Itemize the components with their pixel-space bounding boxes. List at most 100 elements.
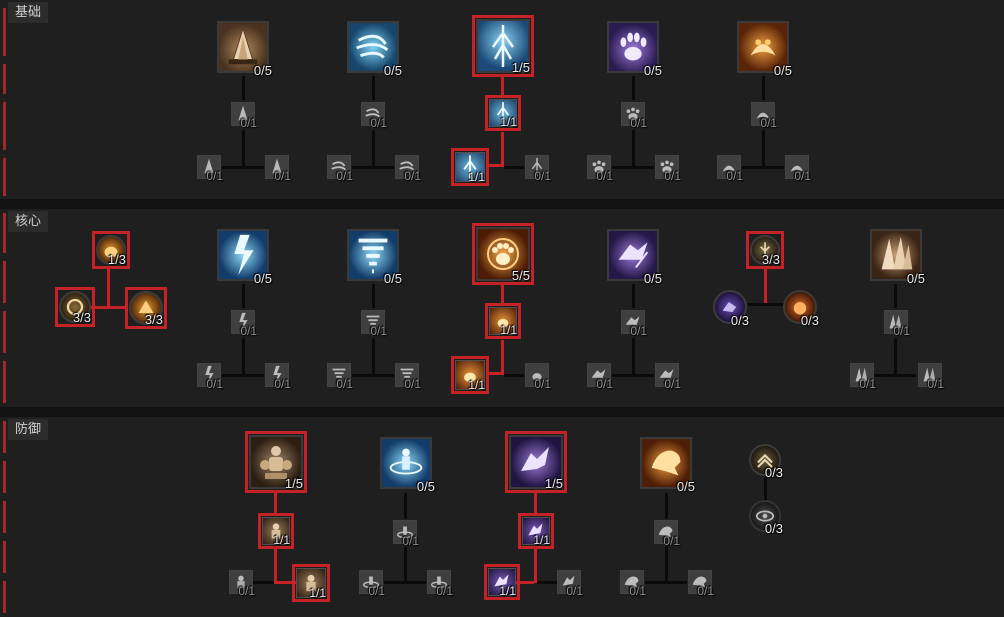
skill-node-cyclone-armor[interactable]: 0/5 — [376, 433, 436, 494]
skill-branch-node[interactable]: 0/1 — [915, 360, 945, 391]
skill-branch-node[interactable]: 0/1 — [262, 360, 292, 391]
skill-rank: 0/1 — [370, 324, 387, 338]
skill-rank: 5/5 — [511, 268, 530, 283]
skill-rank: 0/3 — [764, 465, 783, 480]
skill-branch-node[interactable]: 0/1 — [356, 567, 386, 598]
skill-rank: 1/1 — [309, 586, 326, 600]
skill-branch-node[interactable]: 0/1 — [782, 152, 812, 183]
skill-upgrade-node[interactable]: 1/1 — [485, 303, 521, 339]
section-accent-bar — [3, 541, 6, 573]
skill-branch-node[interactable]: 0/1 — [652, 152, 682, 183]
skill-node-storm-strike[interactable]: 1/5 — [472, 15, 534, 77]
skill-branch-node[interactable]: 0/1 — [554, 567, 584, 598]
skill-rank: 0/5 — [676, 479, 695, 494]
skill-rank: 0/1 — [629, 584, 646, 598]
skill-branch-node[interactable]: 0/1 — [847, 360, 877, 391]
skill-upgrade-node[interactable]: 0/1 — [748, 99, 778, 130]
passive-node[interactable]: 3/3 — [55, 287, 95, 327]
skill-branch-node[interactable]: 0/1 — [194, 152, 224, 183]
skill-branch-node[interactable]: 0/1 — [522, 360, 552, 391]
skill-upgrade-node[interactable]: 1/1 — [518, 513, 554, 549]
skill-node-landslide[interactable]: 0/5 — [866, 225, 926, 286]
skill-upgrade-node[interactable]: 0/1 — [618, 99, 648, 130]
skill-rank: 0/5 — [416, 479, 435, 494]
skill-branch-node[interactable]: 1/1 — [292, 564, 330, 602]
skill-node-earth-spike[interactable]: 0/5 — [213, 17, 273, 78]
skill-rank: 0/1 — [370, 116, 387, 130]
section-accent-bar — [3, 501, 6, 533]
skill-upgrade-node[interactable]: 0/1 — [358, 307, 388, 338]
skill-upgrade-node[interactable]: 0/1 — [881, 307, 911, 338]
skill-rank: 0/1 — [404, 377, 421, 391]
skill-node-debilitating-roar[interactable]: 0/5 — [636, 433, 696, 494]
skill-branch-node[interactable]: 0/1 — [685, 567, 715, 598]
passive-node[interactable]: 1/3 — [92, 231, 130, 269]
passive-node[interactable]: 0/3 — [746, 497, 784, 536]
skill-branch-node[interactable]: 1/1 — [484, 564, 520, 600]
skill-rank: 0/1 — [859, 377, 876, 391]
skill-rank: 1/5 — [284, 476, 303, 491]
section-title: 防御 — [8, 419, 49, 440]
skill-node-maul[interactable]: 0/5 — [733, 17, 793, 78]
section-title: 基础 — [8, 2, 49, 23]
skill-branch-node[interactable]: 0/1 — [226, 567, 256, 598]
skill-node-blood-howl[interactable]: 1/5 — [505, 431, 567, 493]
skill-rank: 1/1 — [273, 533, 290, 547]
skill-upgrade-node[interactable]: 0/1 — [651, 517, 681, 548]
skill-branch-node[interactable]: 0/1 — [584, 360, 614, 391]
skill-upgrade-node[interactable]: 0/1 — [358, 99, 388, 130]
skill-node-shred[interactable]: 0/5 — [603, 225, 663, 286]
skill-rank: 0/5 — [253, 63, 272, 78]
skill-rank: 0/1 — [697, 584, 714, 598]
skill-node-lightning-storm[interactable]: 0/5 — [213, 225, 273, 286]
skill-rank: 0/1 — [893, 324, 910, 338]
skill-branch-node[interactable]: 0/1 — [324, 360, 354, 391]
skill-branch-node[interactable]: 0/1 — [392, 152, 422, 183]
skill-node-earthen-bulwark[interactable]: 1/5 — [245, 431, 307, 493]
skill-branch-node[interactable]: 0/1 — [262, 152, 292, 183]
skill-branch-node[interactable]: 0/1 — [652, 360, 682, 391]
skill-branch-node[interactable]: 0/1 — [522, 152, 552, 183]
skill-upgrade-node[interactable]: 0/1 — [228, 307, 258, 338]
skill-upgrade-node[interactable]: 1/1 — [485, 95, 521, 131]
skill-upgrade-node[interactable]: 1/1 — [258, 513, 294, 549]
skill-rank: 0/5 — [906, 271, 925, 286]
skill-branch-node[interactable]: 1/1 — [451, 356, 489, 394]
skill-node-claw[interactable]: 0/5 — [603, 17, 663, 78]
skill-rank: 0/1 — [663, 534, 680, 548]
section-core: 核心 1/3 3/3 3/3 0/5 0/1 0/1 0/1 0/5 0/1 0… — [0, 209, 1004, 407]
skill-rank: 0/3 — [730, 313, 749, 328]
skill-rank: 0/1 — [630, 324, 647, 338]
skill-node-wind-shear[interactable]: 0/5 — [343, 17, 403, 78]
passive-node[interactable]: 3/3 — [746, 231, 784, 269]
skill-rank: 0/1 — [664, 169, 681, 183]
passive-node[interactable]: 0/3 — [746, 441, 784, 480]
skill-rank: 0/1 — [436, 584, 453, 598]
skill-rank: 0/1 — [794, 169, 811, 183]
passive-node[interactable]: 3/3 — [125, 287, 167, 329]
skill-upgrade-node[interactable]: 0/1 — [228, 99, 258, 130]
skill-rank: 0/1 — [630, 116, 647, 130]
skill-rank: 0/1 — [240, 324, 257, 338]
skill-node-tornado[interactable]: 0/5 — [343, 225, 403, 286]
skill-branch-node[interactable]: 1/1 — [451, 148, 489, 186]
passive-node[interactable]: 0/3 — [780, 287, 820, 328]
skill-rank: 3/3 — [761, 252, 780, 267]
section-accent-bar — [3, 361, 6, 403]
skill-upgrade-node[interactable]: 0/1 — [390, 517, 420, 548]
skill-branch-node[interactable]: 0/1 — [324, 152, 354, 183]
skill-rank: 0/1 — [238, 584, 255, 598]
skill-rank: 0/5 — [253, 271, 272, 286]
skill-branch-node[interactable]: 0/1 — [194, 360, 224, 391]
skill-branch-node[interactable]: 0/1 — [584, 152, 614, 183]
passive-node[interactable]: 0/3 — [710, 287, 750, 328]
skill-branch-node[interactable]: 0/1 — [424, 567, 454, 598]
skill-node-pulverize[interactable]: 5/5 — [472, 223, 534, 285]
skill-rank: 0/5 — [643, 63, 662, 78]
skill-branch-node[interactable]: 0/1 — [617, 567, 647, 598]
skill-rank: 1/3 — [107, 252, 126, 267]
skill-rank: 0/1 — [274, 377, 291, 391]
skill-branch-node[interactable]: 0/1 — [392, 360, 422, 391]
skill-branch-node[interactable]: 0/1 — [714, 152, 744, 183]
skill-upgrade-node[interactable]: 0/1 — [618, 307, 648, 338]
